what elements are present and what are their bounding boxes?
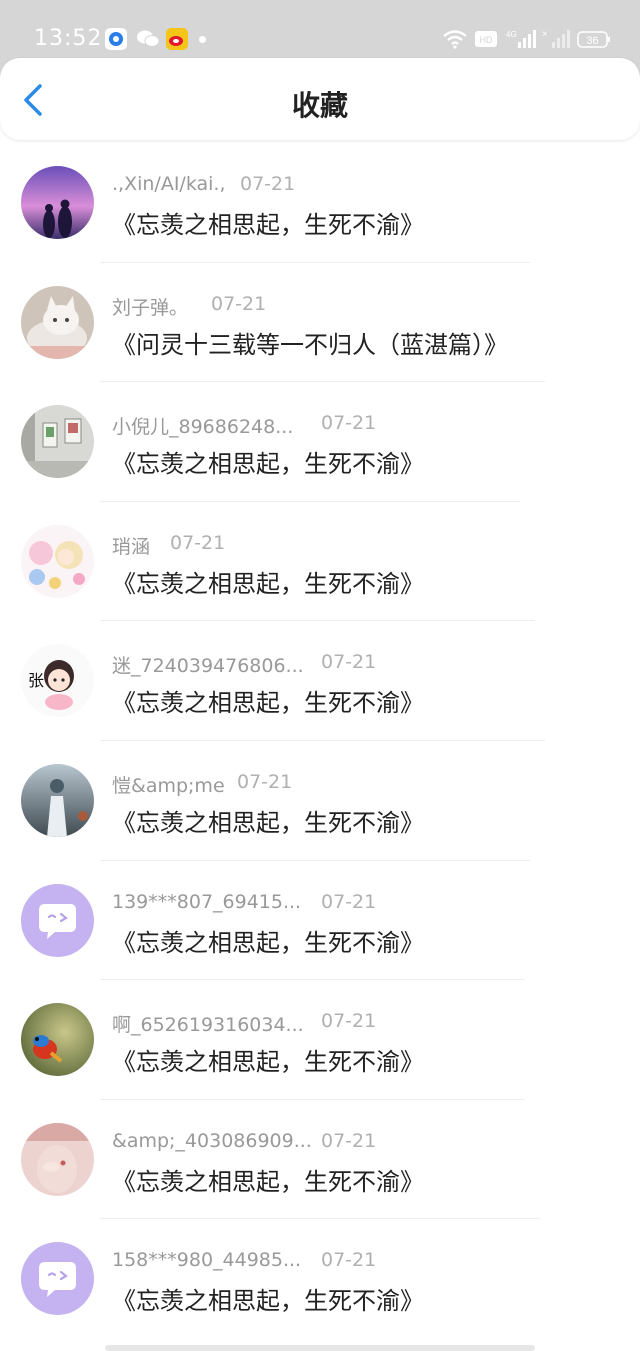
avatar [21, 1242, 94, 1316]
item-title: 《忘羡之相思起，生死不渝》 [112, 1287, 424, 1316]
item-date: 07-21 [321, 651, 377, 674]
item-date: 07-21 [237, 770, 293, 793]
item-title: 《忘羡之相思起，生死不渝》 [112, 450, 424, 479]
item-meta: &amp;_403086909... 07-21 [112, 1129, 376, 1154]
list-item[interactable]: 愷&amp;me 07-21 《忘羡之相思起，生死不渝》 [0, 741, 640, 861]
item-title: 《忘羡之相思起，生死不渝》 [112, 808, 424, 837]
svg-text:张: 张 [28, 671, 44, 690]
item-date: 07-21 [321, 890, 377, 913]
item-meta: 小倪儿_89686248... 07-21 [112, 412, 376, 439]
more-notifications-dot [199, 36, 206, 43]
item-title: 《忘羡之相思起，生死不渝》 [112, 1048, 424, 1077]
list-item[interactable]: 张 迷_724039476806... 07-21 《忘羡之相思起，生死不渝》 [0, 621, 640, 741]
svg-text:×: × [542, 29, 548, 40]
item-meta: 愷&amp;me 07-21 [112, 771, 292, 797]
item-title: 《忘羡之相思起，生死不渝》 [112, 569, 424, 598]
list-item[interactable]: .,Xin/AI/kai., 07-21 《忘羡之相思起，生死不渝》 [0, 143, 640, 263]
list-item[interactable]: 啊_652619316034... 07-21 《忘羡之相思起，生死不渝》 [0, 980, 640, 1100]
signal-no-sim-icon: × [542, 28, 570, 50]
hd-icon: HD [474, 28, 498, 50]
item-date: 07-21 [240, 173, 296, 195]
favorites-list: .,Xin/AI/kai., 07-21 《忘羡之相思起，生死不渝》 刘子弹。 … [0, 143, 640, 1339]
avatar [21, 524, 94, 598]
wechat-icon [136, 28, 160, 50]
qq-browser-icon [105, 28, 127, 50]
item-title: 《忘羡之相思起，生死不渝》 [112, 1167, 424, 1196]
signal-4g-icon: 4G [506, 28, 536, 50]
item-meta: 刘子弹。 07-21 [112, 293, 266, 319]
item-date: 07-21 [211, 292, 267, 315]
network-label: 4G [506, 30, 517, 39]
item-date: 07-21 [321, 412, 377, 435]
author-name: .,Xin/AI/kai., [112, 173, 226, 195]
item-date: 07-21 [321, 1249, 377, 1272]
author-name: 139***807_69415... [112, 890, 302, 913]
wifi-icon [442, 28, 468, 50]
author-name: &amp;_403086909... [112, 1129, 312, 1152]
avatar [21, 405, 94, 479]
item-meta: 158***980_44985... 07-21 [112, 1249, 376, 1273]
item-title: 《忘羡之相思起，生死不渝》 [112, 689, 424, 718]
list-item[interactable]: 小倪儿_89686248... 07-21 《忘羡之相思起，生死不渝》 [0, 382, 640, 502]
avatar [21, 1003, 94, 1077]
author-name: 啊_652619316034... [112, 1014, 304, 1037]
battery-icon: 36 [577, 28, 611, 50]
item-title: 《忘羡之相思起，生死不渝》 [112, 211, 424, 239]
list-item[interactable]: 158***980_44985... 07-21 《忘羡之相思起，生死不渝》 [0, 1219, 640, 1339]
default-avatar-icon [21, 1242, 94, 1316]
item-meta: 139***807_69415... 07-21 [112, 890, 376, 915]
avatar [21, 883, 94, 957]
author-name: 愷&amp;me [112, 774, 225, 797]
item-title: 《问灵十三载等一不归人（蓝湛篇）》 [112, 330, 508, 359]
item-date: 07-21 [170, 531, 226, 554]
list-item[interactable]: &amp;_403086909... 07-21 《忘羡之相思起，生死不渝》 [0, 1100, 640, 1220]
list-item[interactable]: 刘子弹。 07-21 《问灵十三载等一不归人（蓝湛篇）》 [0, 263, 640, 383]
avatar [21, 285, 94, 359]
author-name: 琑涵 [112, 535, 151, 558]
author-name: 刘子弹。 [112, 296, 189, 319]
header-bar: 收藏 [0, 58, 640, 140]
avatar [21, 1122, 94, 1196]
list-item[interactable]: 139***807_69415... 07-21 《忘羡之相思起，生死不渝》 [0, 861, 640, 981]
avatar [21, 166, 94, 239]
item-date: 07-21 [321, 1010, 377, 1033]
weibo-icon [166, 28, 188, 50]
item-meta: 迷_724039476806... 07-21 [112, 651, 376, 678]
hd-label: HD [480, 35, 493, 45]
avatar: 张 [21, 644, 94, 718]
item-meta: .,Xin/AI/kai., 07-21 [112, 173, 295, 197]
item-title: 《忘羡之相思起，生死不渝》 [112, 928, 424, 957]
author-name: 158***980_44985... [112, 1249, 302, 1272]
bottom-loading-bar [105, 1345, 535, 1351]
default-avatar-icon [21, 883, 94, 957]
author-name: 迷_724039476806... [112, 655, 304, 678]
status-time: 13:52 [34, 26, 103, 51]
list-item[interactable]: 琑涵 07-21 《忘羡之相思起，生死不渝》 [0, 502, 640, 622]
item-meta: 琑涵 07-21 [112, 532, 225, 558]
battery-level: 36 [586, 35, 598, 47]
author-name: 小倪儿_89686248... [112, 416, 294, 439]
item-date: 07-21 [321, 1129, 377, 1152]
page-title: 收藏 [291, 89, 348, 122]
item-meta: 啊_652619316034... 07-21 [112, 1010, 376, 1037]
avatar [21, 763, 94, 837]
